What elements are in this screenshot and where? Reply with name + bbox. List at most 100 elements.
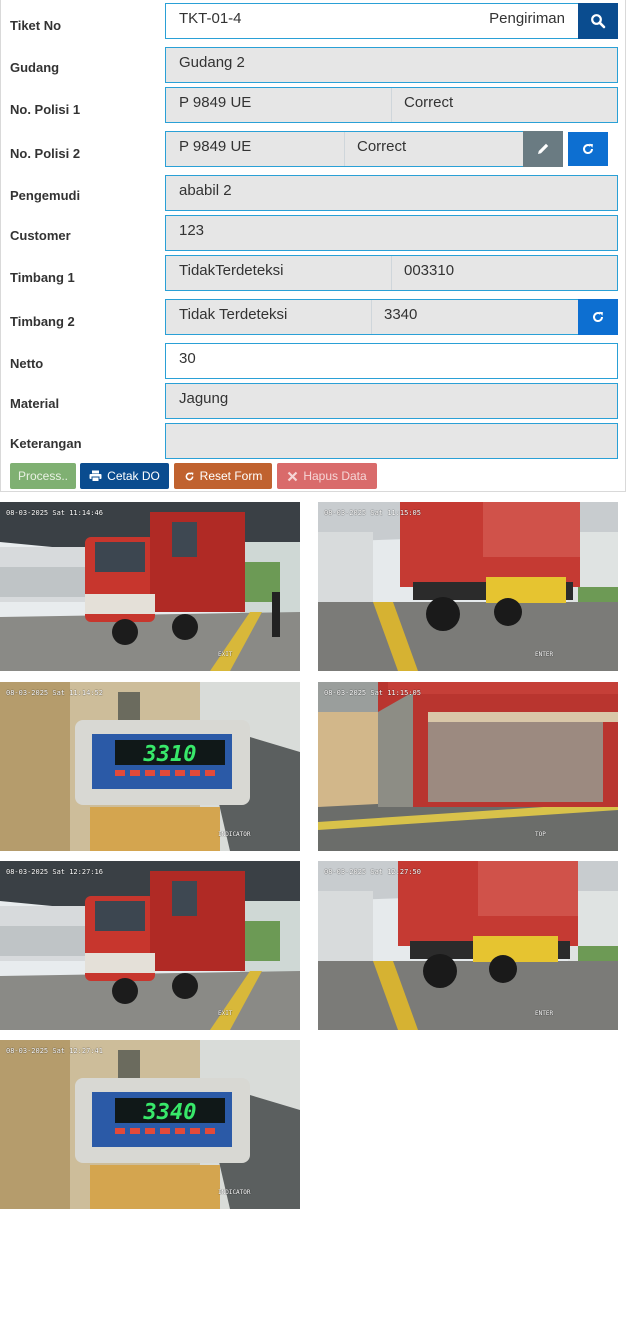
row-tiket: Tiket No TKT-01-4 Pengiriman bbox=[1, 3, 626, 39]
row-polisi1: No. Polisi 1 P 9849 UE Correct bbox=[1, 87, 626, 123]
truck-top-image bbox=[318, 682, 618, 851]
snapshot-front-exit[interactable]: 08-03-2025 Sat 11:14:46 EXIT bbox=[0, 502, 300, 671]
refresh-icon bbox=[583, 143, 594, 155]
tiket-type: Pengiriman bbox=[489, 10, 565, 27]
tiket-value: TKT-01-4 bbox=[179, 10, 242, 27]
hapus-data-button[interactable]: Hapus Data bbox=[277, 463, 377, 489]
keterangan-field[interactable] bbox=[165, 423, 618, 459]
tiket-label: Tiket No bbox=[10, 18, 62, 33]
customer-field[interactable]: 123 bbox=[165, 215, 618, 251]
indicator-display: 3340 bbox=[143, 1100, 197, 1125]
gudang-value: Gudang 2 bbox=[179, 54, 245, 71]
snapshot-camera-label: EXIT bbox=[218, 651, 233, 658]
edit-plate-button[interactable] bbox=[523, 131, 563, 167]
row-gudang: Gudang Gudang 2 bbox=[1, 47, 626, 83]
indicator-display: 3310 bbox=[143, 742, 197, 767]
snapshot-camera-label: INDICATOR bbox=[218, 1189, 251, 1196]
row-customer: Customer 123 bbox=[1, 215, 626, 251]
truck-rear-image bbox=[318, 502, 618, 671]
timbang1-label: Timbang 1 bbox=[10, 270, 75, 285]
material-label: Material bbox=[10, 396, 60, 411]
search-button[interactable] bbox=[578, 3, 618, 39]
timbang1-weight: 003310 bbox=[404, 262, 455, 279]
tiket-input[interactable]: TKT-01-4 Pengiriman bbox=[165, 3, 618, 39]
gudang-label: Gudang bbox=[10, 60, 60, 75]
row-timbang1: Timbang 1 TidakTerdeteksi 003310 bbox=[1, 255, 626, 291]
netto-value: 30 bbox=[179, 350, 196, 367]
polisi1-label: No. Polisi 1 bbox=[10, 102, 81, 117]
truck-front-image bbox=[0, 861, 300, 1030]
search-icon bbox=[591, 14, 606, 29]
refresh-plate-button[interactable] bbox=[568, 132, 608, 166]
snapshot-front-exit-2[interactable]: 08-03-2025 Sat 12:27:16 EXIT bbox=[0, 861, 300, 1030]
snapshot-camera-label: TOP bbox=[535, 831, 546, 838]
polisi1-field[interactable]: P 9849 UE Correct bbox=[165, 87, 618, 123]
snapshot-timestamp: 08-03-2025 Sat 12:27:16 bbox=[6, 868, 103, 876]
snapshot-timestamp: 08-03-2025 Sat 11:15:05 bbox=[324, 509, 421, 517]
snapshot-timestamp: 08-03-2025 Sat 11:14:46 bbox=[6, 509, 103, 517]
reset-form-button[interactable]: Reset Form bbox=[174, 463, 272, 489]
timbang2-detect: Tidak Terdeteksi bbox=[179, 306, 288, 323]
polisi2-label: No. Polisi 2 bbox=[10, 146, 81, 161]
row-pengemudi: Pengemudi ababil 2 bbox=[1, 175, 626, 211]
cetak-do-button[interactable]: Cetak DO bbox=[80, 463, 169, 489]
pencil-icon bbox=[538, 143, 549, 154]
keterangan-label: Keterangan bbox=[10, 436, 82, 451]
field-divider bbox=[371, 300, 372, 334]
snapshot-rear-enter-2[interactable]: 08-03-2025 Sat 12:27:50 ENTER bbox=[318, 861, 618, 1030]
material-value: Jagung bbox=[179, 390, 229, 407]
snapshot-indicator-2[interactable]: 3340 08-03-2025 Sat 12:27:41 INDICATOR bbox=[0, 1040, 300, 1209]
process-button[interactable]: Process.. bbox=[10, 463, 76, 489]
cetak-label: Cetak DO bbox=[107, 469, 160, 483]
process-label: Process.. bbox=[17, 469, 68, 483]
polisi1-plate: P 9849 UE bbox=[179, 94, 252, 111]
refresh-weight-button[interactable] bbox=[578, 299, 618, 335]
row-netto: Netto 30 bbox=[1, 343, 626, 379]
snapshot-indicator-1[interactable]: 3310 08-03-2025 Sat 11:14:52 INDICATOR bbox=[0, 682, 300, 851]
reset-label: Reset Form bbox=[199, 469, 263, 483]
snapshot-camera-label: ENTER bbox=[535, 1010, 554, 1017]
snapshot-top[interactable]: 08-03-2025 Sat 11:15:05 TOP bbox=[318, 682, 618, 851]
hapus-label: Hapus Data bbox=[303, 469, 367, 483]
field-divider bbox=[391, 88, 392, 122]
row-polisi2: No. Polisi 2 P 9849 UE Correct bbox=[1, 131, 626, 167]
snapshot-timestamp: 08-03-2025 Sat 12:27:41 bbox=[6, 1047, 103, 1055]
scale-indicator-image: 3310 bbox=[0, 682, 300, 851]
pengemudi-field[interactable]: ababil 2 bbox=[165, 175, 618, 211]
polisi2-status: Correct bbox=[357, 138, 407, 155]
polisi2-field[interactable]: P 9849 UE Correct bbox=[165, 131, 563, 167]
row-material: Material Jagung bbox=[1, 383, 626, 419]
snapshot-timestamp: 08-03-2025 Sat 12:27:50 bbox=[324, 868, 421, 876]
row-keterangan: Keterangan bbox=[1, 423, 626, 459]
gudang-field[interactable]: Gudang 2 bbox=[165, 47, 618, 83]
timbang1-detect: TidakTerdeteksi bbox=[179, 262, 284, 279]
timbang1-field[interactable]: TidakTerdeteksi 003310 bbox=[165, 255, 618, 291]
customer-label: Customer bbox=[10, 228, 71, 243]
truck-front-image bbox=[0, 502, 300, 671]
field-divider bbox=[391, 256, 392, 290]
truck-rear-image bbox=[318, 861, 618, 1030]
netto-field[interactable]: 30 bbox=[165, 343, 618, 379]
snapshot-camera-label: ENTER bbox=[535, 651, 554, 658]
snapshot-camera-label: EXIT bbox=[218, 1010, 233, 1017]
material-field[interactable]: Jagung bbox=[165, 383, 618, 419]
timbang2-label: Timbang 2 bbox=[10, 314, 75, 329]
polisi1-status: Correct bbox=[404, 94, 454, 111]
snapshot-timestamp: 08-03-2025 Sat 11:15:05 bbox=[324, 689, 421, 697]
field-divider bbox=[344, 132, 345, 166]
timbang2-weight: 3340 bbox=[384, 306, 418, 323]
netto-label: Netto bbox=[10, 356, 44, 371]
row-timbang2: Timbang 2 Tidak Terdeteksi 3340 bbox=[1, 299, 626, 335]
pengemudi-value: ababil 2 bbox=[179, 182, 232, 199]
weighbridge-form: Tiket No TKT-01-4 Pengiriman Gudang Guda… bbox=[0, 0, 626, 492]
refresh-icon bbox=[185, 471, 194, 480]
refresh-icon bbox=[593, 311, 604, 323]
customer-value: 123 bbox=[179, 222, 205, 239]
close-icon bbox=[288, 471, 298, 481]
snapshot-camera-label: INDICATOR bbox=[218, 831, 251, 838]
timbang2-field[interactable]: Tidak Terdeteksi 3340 bbox=[165, 299, 618, 335]
scale-indicator-image: 3340 bbox=[0, 1040, 300, 1209]
printer-icon bbox=[89, 470, 102, 482]
snapshot-rear-enter[interactable]: 08-03-2025 Sat 11:15:05 ENTER bbox=[318, 502, 618, 671]
pengemudi-label: Pengemudi bbox=[10, 188, 81, 203]
